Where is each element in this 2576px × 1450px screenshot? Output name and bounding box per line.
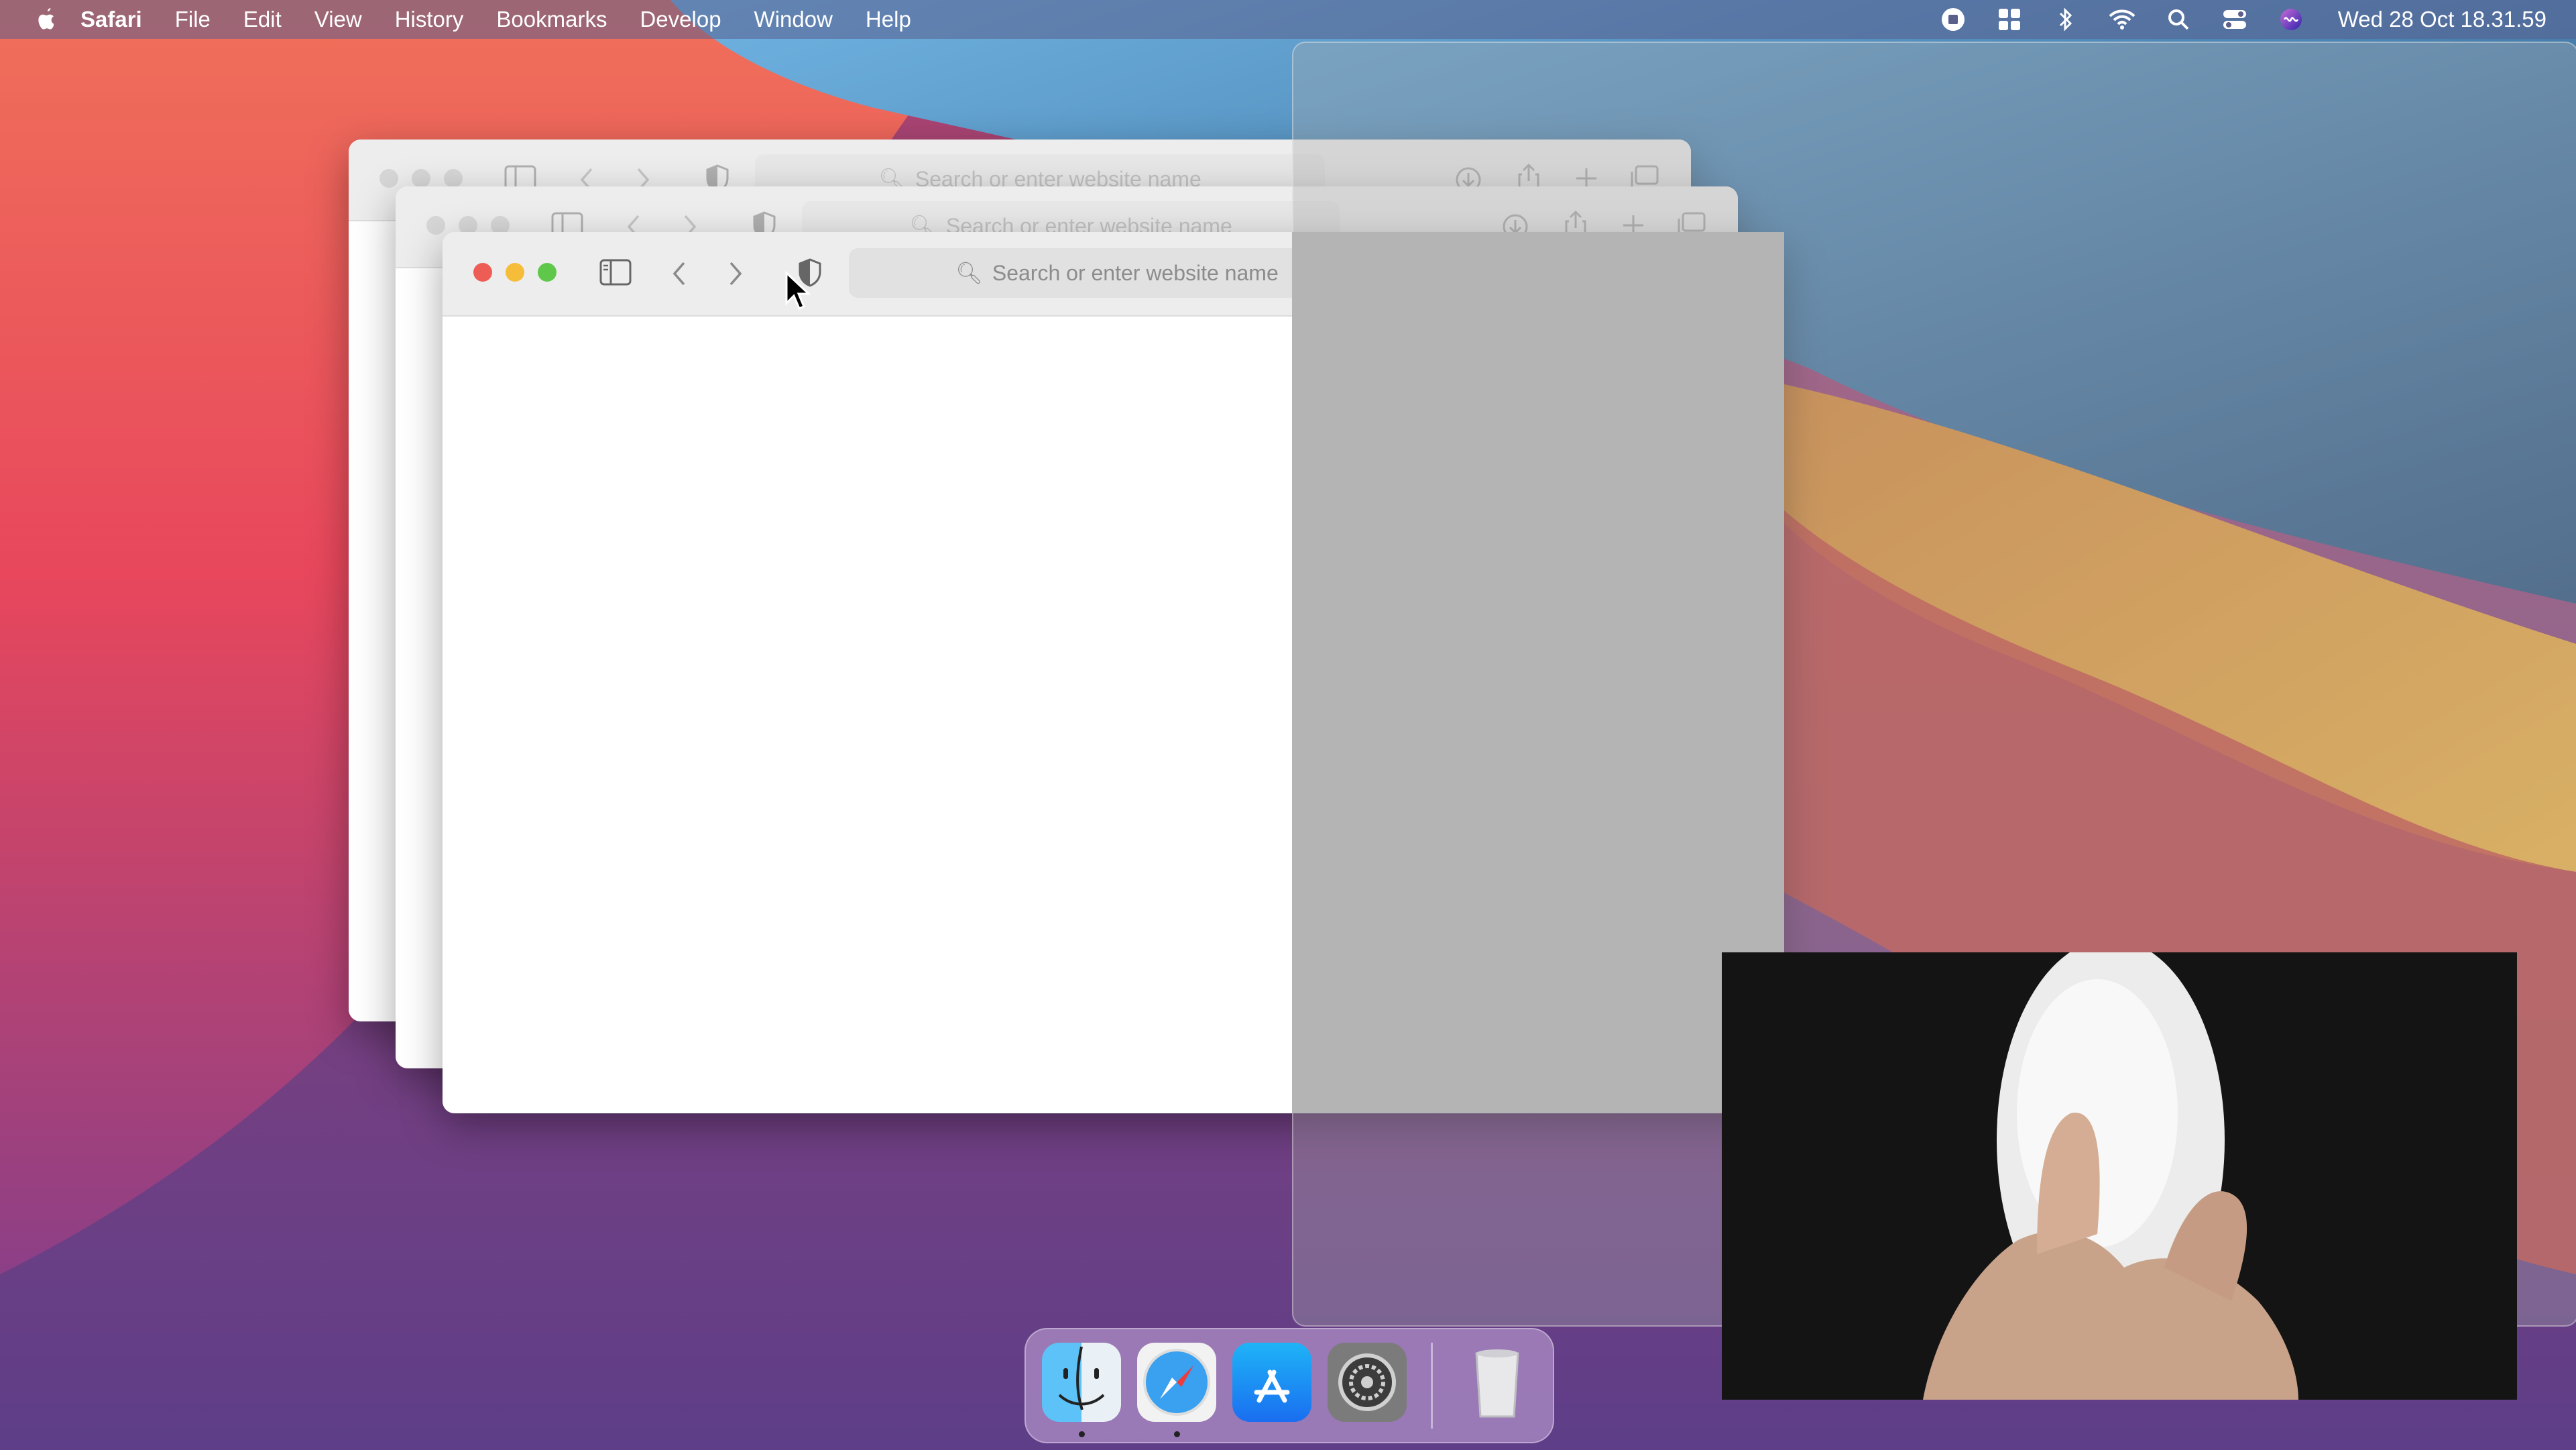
app-store-icon[interactable] xyxy=(1232,1343,1311,1422)
finder-icon[interactable] xyxy=(1042,1343,1121,1422)
dock-separator xyxy=(1431,1343,1433,1429)
record-icon[interactable] xyxy=(1940,6,1967,33)
menu-bookmarks[interactable]: Bookmarks xyxy=(496,0,607,39)
forward-icon[interactable] xyxy=(725,260,746,287)
menu-view[interactable]: View xyxy=(314,0,362,39)
system-preferences-icon[interactable] xyxy=(1328,1343,1407,1422)
back-icon[interactable] xyxy=(669,260,689,287)
menu-history[interactable]: History xyxy=(395,0,464,39)
zoom-button[interactable] xyxy=(444,169,463,188)
bluetooth-icon[interactable] xyxy=(2052,6,2079,33)
finder-running-indicator xyxy=(1079,1431,1085,1437)
menu-app-name[interactable]: Safari xyxy=(80,0,142,39)
desktop-wallpaper: Safari File Edit View History Bookmarks … xyxy=(0,0,2576,1450)
menu-help[interactable]: Help xyxy=(866,0,911,39)
trash-icon[interactable] xyxy=(1458,1343,1537,1422)
minimize-button[interactable] xyxy=(412,169,430,188)
sidebar-icon[interactable] xyxy=(599,259,632,286)
minimize-button[interactable] xyxy=(506,263,524,282)
menu-bar: Safari File Edit View History Bookmarks … xyxy=(0,0,2576,39)
safari-running-indicator xyxy=(1174,1431,1180,1437)
wifi-icon[interactable] xyxy=(2109,6,2135,33)
apple-logo-icon[interactable] xyxy=(35,6,58,33)
search-icon: 🔍︎ xyxy=(955,261,983,285)
siri-icon[interactable] xyxy=(2278,6,2304,33)
spotlight-search-icon[interactable] xyxy=(2165,6,2192,33)
grid-icon[interactable] xyxy=(1996,6,2023,33)
safari-icon[interactable] xyxy=(1137,1343,1216,1422)
address-placeholder: Search or enter website name xyxy=(992,260,1279,285)
menu-window[interactable]: Window xyxy=(754,0,833,39)
menu-develop[interactable]: Develop xyxy=(640,0,721,39)
close-button[interactable] xyxy=(379,169,398,188)
zoom-button[interactable] xyxy=(538,263,557,282)
dock xyxy=(1024,1328,1554,1443)
control-center-icon[interactable] xyxy=(2221,6,2248,33)
close-button[interactable] xyxy=(473,263,492,282)
menu-file[interactable]: File xyxy=(175,0,211,39)
menu-edit[interactable]: Edit xyxy=(243,0,282,39)
status-area: Wed 28 Oct 18.31.59 xyxy=(1910,0,2546,39)
menu-clock[interactable]: Wed 28 Oct 18.31.59 xyxy=(2338,7,2546,32)
mouse-and-hand-image xyxy=(1722,952,2517,1400)
split-view-placeholder-over-window xyxy=(1292,232,1784,1113)
mouse-cursor-icon xyxy=(785,271,811,310)
webcam-feed xyxy=(1722,952,2517,1400)
